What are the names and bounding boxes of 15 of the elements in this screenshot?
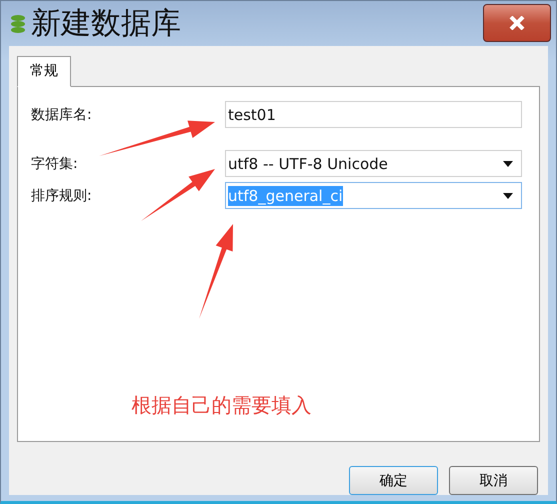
field-label: 数据库名: bbox=[31, 106, 92, 124]
dialog-button[interactable]: 确定 bbox=[349, 466, 438, 495]
dropdown-field[interactable]: utf8 -- UTF-8 Unicode bbox=[225, 150, 522, 177]
tab[interactable]: 常规 bbox=[17, 56, 71, 87]
annotation-text: 根据自己的需要填入 bbox=[132, 392, 312, 419]
caret-icon bbox=[503, 192, 513, 198]
caret-icon bbox=[503, 160, 513, 166]
database-icon bbox=[11, 14, 25, 32]
close-button[interactable] bbox=[483, 4, 551, 42]
field-label: 字符集: bbox=[31, 154, 78, 172]
window-title: 新建数据库 bbox=[31, 5, 182, 43]
dialog-button[interactable]: 取消 bbox=[449, 466, 538, 495]
field-label: 排序规则: bbox=[31, 186, 92, 204]
input-field[interactable]: test01 bbox=[225, 101, 522, 128]
close-icon bbox=[509, 16, 525, 30]
